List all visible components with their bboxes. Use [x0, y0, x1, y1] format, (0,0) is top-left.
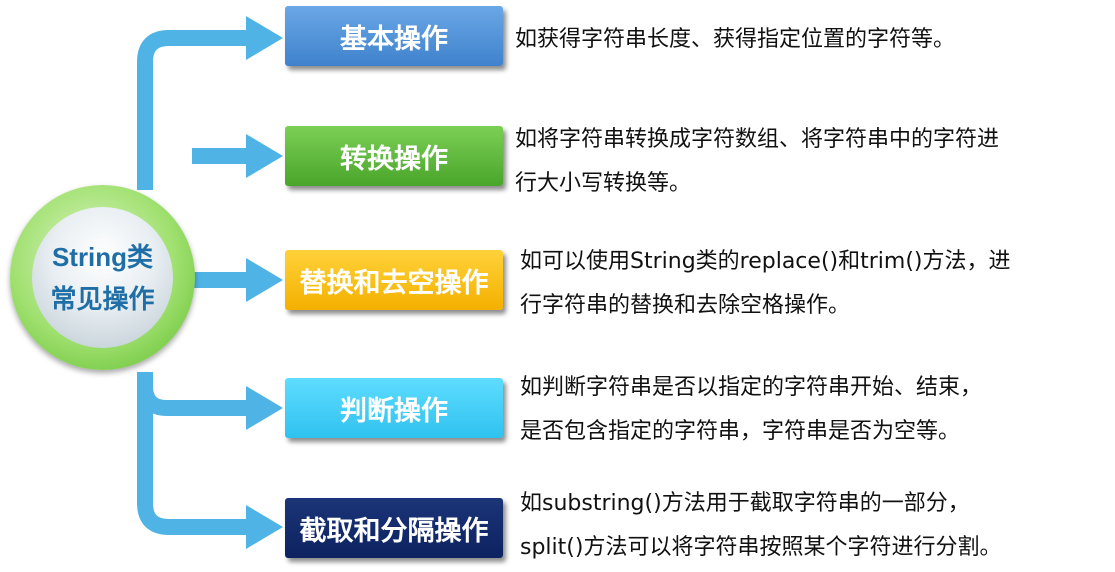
connector-arrow-1	[137, 30, 248, 190]
description-conversion-operations: 如将字符串转换成字符数组、将字符串中的字符进 行大小写转换等。	[515, 118, 1110, 206]
description-line: 行大小写转换等。	[515, 171, 692, 196]
hub-title-line-2: 常见操作	[50, 283, 155, 314]
description-substring-split-operations: 如substring()方法用于截取字符串的一部分， split()方法可以将字…	[520, 482, 1115, 570]
node-basic-operations: 基本操作	[285, 6, 503, 66]
description-line: 如可以使用String类的replace()和trim()方法，进	[520, 249, 1011, 274]
connector-arrow-4	[137, 372, 248, 416]
description-judgment-operations: 如判断字符串是否以指定的字符串开始、结束， 是否包含指定的字符串，字符串是否为空…	[520, 366, 1115, 454]
hub-title-line-1: String类	[51, 241, 154, 272]
hub-circle: String类 常见操作	[10, 185, 195, 370]
node-replace-trim-operations: 替换和去空操作	[285, 250, 503, 310]
hub-circle-inner: String类 常见操作	[32, 207, 173, 348]
right-arrow-icon	[246, 16, 283, 60]
right-arrow-icon	[246, 134, 283, 178]
description-line: 是否包含指定的字符串，字符串是否为空等。	[520, 419, 961, 444]
description-line: 如获得字符串长度、获得指定位置的字符等。	[515, 27, 956, 52]
description-line: 如判断字符串是否以指定的字符串开始、结束，	[520, 375, 983, 400]
description-replace-trim-operations: 如可以使用String类的replace()和trim()方法，进 行字符串的替…	[520, 240, 1115, 328]
right-arrow-icon	[246, 386, 283, 430]
connector-arrow-5	[137, 372, 248, 535]
description-line: 如将字符串转换成字符数组、将字符串中的字符进	[515, 127, 1000, 152]
description-line: split()方法可以将字符串按照某个字符进行分割。	[520, 535, 1002, 560]
node-substring-split-operations: 截取和分隔操作	[285, 498, 503, 558]
description-basic-operations: 如获得字符串长度、获得指定位置的字符等。	[515, 18, 1110, 62]
node-judgment-operations: 判断操作	[285, 378, 503, 438]
node-conversion-operations: 转换操作	[285, 126, 503, 186]
right-arrow-icon	[246, 505, 283, 549]
description-line: 行字符串的替换和去除空格操作。	[520, 293, 851, 318]
right-arrow-icon	[246, 258, 283, 302]
description-line: 如substring()方法用于截取字符串的一部分，	[520, 491, 970, 516]
